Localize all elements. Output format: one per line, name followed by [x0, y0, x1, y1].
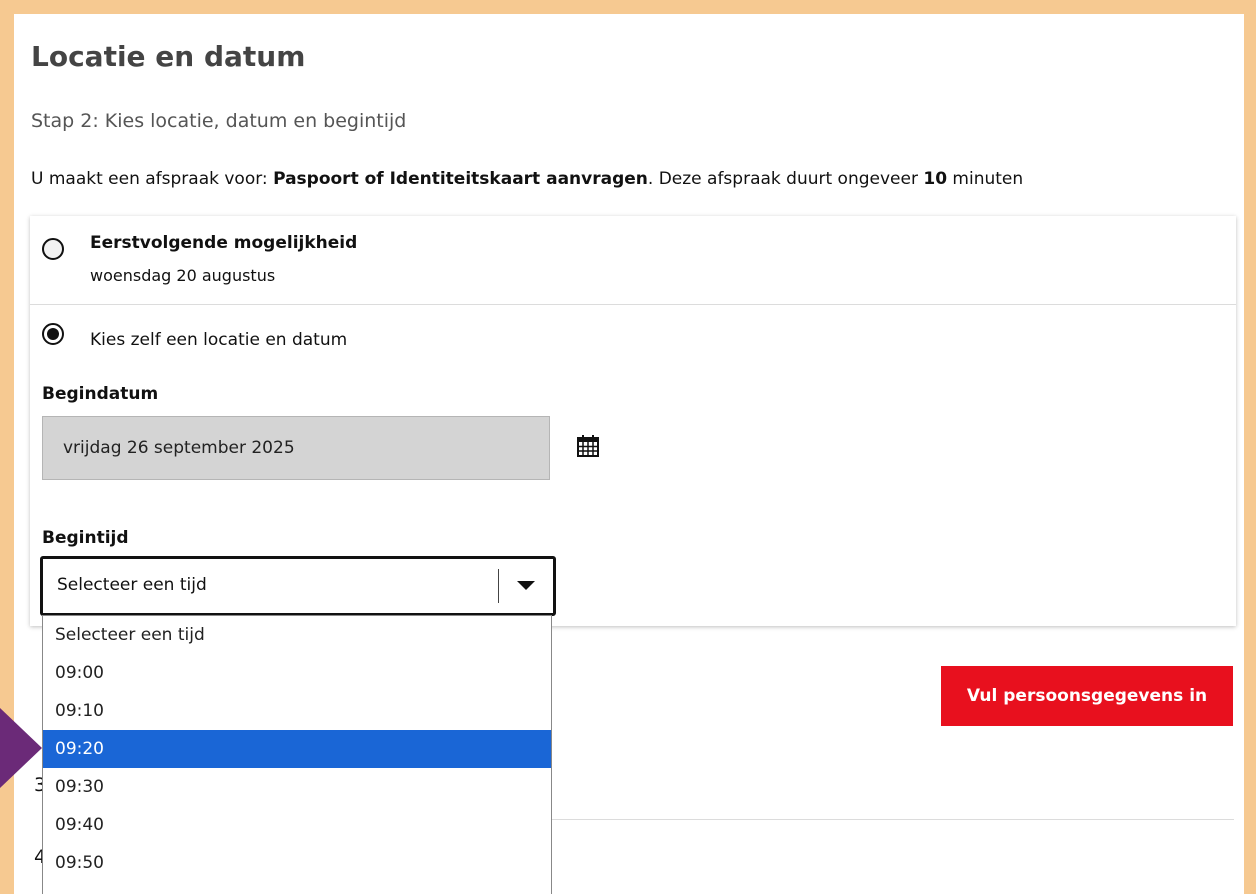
intro-duration: 10: [923, 169, 948, 189]
time-option[interactable]: 09:00: [43, 654, 551, 692]
calendar-icon[interactable]: [576, 434, 600, 458]
appointment-intro: U maakt een afspraak voor: Paspoort of I…: [31, 169, 1023, 189]
intro-middle: . Deze afspraak duurt ongeveer: [647, 169, 924, 189]
fill-personal-details-button[interactable]: Vul persoonsgegevens in: [941, 666, 1233, 726]
custom-location-label[interactable]: Kies zelf een locatie en datum: [90, 330, 347, 350]
time-option[interactable]: 09:10: [43, 692, 551, 730]
first-available-title[interactable]: Eerstvolgende mogelijkheid: [90, 233, 357, 253]
options-card: Eerstvolgende mogelijkheid woensdag 20 a…: [30, 216, 1236, 626]
start-time-label: Begintijd: [42, 528, 129, 548]
start-date-field[interactable]: vrijdag 26 september 2025: [42, 416, 550, 480]
start-time-select[interactable]: Selecteer een tijd: [40, 556, 556, 616]
page-subtitle: Stap 2: Kies locatie, datum en begintijd: [31, 110, 407, 132]
start-time-dropdown-list: Selecteer een tijd 09:00 09:10 09:20 09:…: [42, 615, 552, 894]
main-panel: Locatie en datum Stap 2: Kies locatie, d…: [14, 14, 1244, 894]
pointer-arrow-icon: [0, 708, 42, 788]
time-option[interactable]: 09:30: [43, 768, 551, 806]
start-date-value: vrijdag 26 september 2025: [63, 438, 295, 458]
time-option[interactable]: 09:40: [43, 806, 551, 844]
start-time-value: Selecteer een tijd: [57, 575, 207, 595]
time-option[interactable]: 09:50: [43, 844, 551, 882]
first-available-radio[interactable]: [42, 238, 64, 260]
first-available-date: woensdag 20 augustus: [90, 266, 276, 285]
intro-prefix: U maakt een afspraak voor:: [31, 169, 274, 189]
start-date-label: Begindatum: [42, 384, 159, 404]
time-option[interactable]: Selecteer een tijd: [43, 616, 551, 654]
custom-location-radio[interactable]: [42, 323, 64, 345]
intro-service: Paspoort of Identiteitskaart aanvragen: [273, 169, 648, 189]
options-divider: [30, 304, 1236, 305]
page-title: Locatie en datum: [31, 40, 306, 73]
select-separator: [498, 569, 499, 603]
time-option-highlighted[interactable]: 09:20: [43, 730, 551, 768]
intro-suffix: minuten: [947, 169, 1024, 189]
chevron-down-icon[interactable]: [517, 581, 535, 590]
